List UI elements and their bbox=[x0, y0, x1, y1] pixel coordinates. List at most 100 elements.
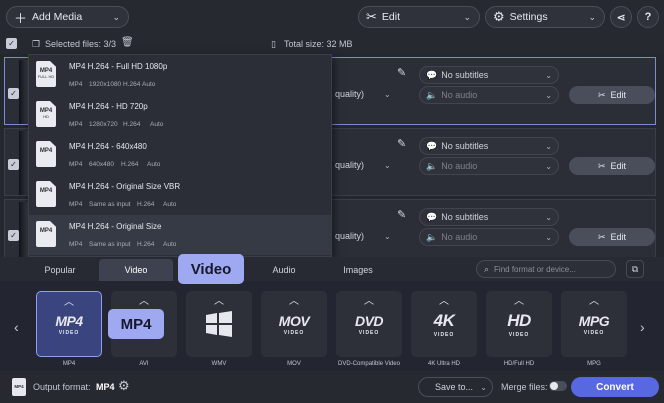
tab-popular[interactable]: Popular bbox=[22, 259, 98, 281]
add-media-label: Add Media bbox=[32, 11, 83, 23]
mp4-file-icon: MP4 bbox=[36, 141, 56, 167]
preset-container: MP4 bbox=[69, 81, 83, 88]
chevron-down-icon: ⌄ bbox=[384, 161, 391, 170]
tools-icon: ✂ bbox=[366, 9, 377, 24]
quality-select[interactable]: quality) ⌄ bbox=[335, 231, 391, 241]
convert-button[interactable]: Convert bbox=[571, 377, 659, 397]
chevron-up-icon: ︿ bbox=[289, 296, 299, 307]
format-4k[interactable]: ︿ 4K VIDEO bbox=[411, 291, 477, 357]
audio-value: No audio bbox=[441, 232, 478, 242]
add-media-button[interactable]: ＋ Add Media ⌄ bbox=[6, 6, 129, 28]
file-checkbox[interactable]: ✓ bbox=[8, 159, 19, 170]
pencil-icon[interactable]: ✎ bbox=[397, 208, 406, 221]
tools-icon: ✂ bbox=[597, 160, 606, 171]
speaker-icon: 🔈 bbox=[426, 160, 438, 171]
format-logo: HD bbox=[507, 310, 531, 330]
edit-file-label: Edit bbox=[610, 161, 627, 171]
format-logo: MP4 bbox=[55, 312, 83, 329]
format-mov[interactable]: ︿ MOV VIDEO bbox=[261, 291, 327, 357]
merge-files-toggle[interactable] bbox=[549, 381, 567, 391]
format-logo-sub: VIDEO bbox=[358, 329, 380, 336]
tools-icon: ✂ bbox=[597, 89, 606, 100]
pencil-icon[interactable]: ✎ bbox=[397, 66, 406, 79]
chevron-up-icon: ︿ bbox=[64, 297, 74, 308]
settings-menu-button[interactable]: ⚙ Settings ⌄ bbox=[485, 6, 605, 28]
format-logo: MOV bbox=[278, 312, 310, 329]
audio-select[interactable]: 🔈 No audio ⌄ bbox=[419, 157, 559, 175]
mp4-file-icon: MP4 HD bbox=[36, 101, 56, 127]
output-format-label: Output format: bbox=[33, 382, 91, 392]
gear-icon: ⚙ bbox=[493, 9, 505, 24]
save-preset-button[interactable]: ⧉ bbox=[626, 260, 644, 278]
preset-item[interactable]: MP4 HD MP4 H.264 - HD 720p MP4 1280x720 H… bbox=[29, 95, 331, 135]
windows-logo-icon bbox=[206, 311, 232, 337]
share-button[interactable]: ⋖ bbox=[610, 6, 632, 28]
output-format-value: MP4 bbox=[96, 382, 115, 392]
preset-codec: H.264 bbox=[123, 121, 141, 128]
audio-select[interactable]: 🔈 No audio ⌄ bbox=[419, 86, 559, 104]
subtitles-select[interactable]: 💬 No subtitles ⌄ bbox=[419, 66, 559, 84]
preset-bitrate: Auto bbox=[163, 241, 177, 248]
format-mpg[interactable]: ︿ MPG VIDEO bbox=[561, 291, 627, 357]
preset-icon-label: MP4 bbox=[39, 228, 53, 234]
gear-icon[interactable]: ⚙ bbox=[118, 378, 130, 394]
format-hd[interactable]: ︿ HD VIDEO bbox=[486, 291, 552, 357]
mp4-file-icon: MP4 bbox=[36, 221, 56, 247]
preset-item[interactable]: MP4 MP4 H.264 - Original Size VBR MP4 Sa… bbox=[29, 175, 331, 215]
subtitles-select[interactable]: 💬 No subtitles ⌄ bbox=[419, 137, 559, 155]
preset-item[interactable]: MP4 MP4 H.264 - 640x480 MP4 640x480 H.26… bbox=[29, 135, 331, 175]
audio-select[interactable]: 🔈 No audio ⌄ bbox=[419, 228, 559, 246]
trash-icon[interactable]: 🗑 bbox=[121, 37, 134, 48]
edit-file-button[interactable]: ✂ Edit bbox=[569, 228, 655, 246]
tab-images[interactable]: Images bbox=[322, 259, 394, 281]
tab-video[interactable]: Video bbox=[99, 259, 173, 281]
tab-audio[interactable]: Audio bbox=[248, 259, 320, 281]
chevron-down-icon: ⌄ bbox=[545, 232, 552, 242]
format-mp4[interactable]: ︿ MP4 VIDEO bbox=[36, 291, 102, 357]
save-to-button[interactable]: Save to... ⌄ bbox=[418, 377, 493, 397]
pencil-icon[interactable]: ✎ bbox=[397, 137, 406, 150]
audio-value: No audio bbox=[441, 161, 478, 171]
preset-icon-label: MP4 bbox=[39, 188, 53, 194]
format-label: MPG bbox=[587, 361, 601, 367]
tools-icon: ✂ bbox=[597, 231, 606, 242]
subtitles-select[interactable]: 💬 No subtitles ⌄ bbox=[419, 208, 559, 226]
share-icon: ⋖ bbox=[616, 11, 626, 24]
preset-bitrate: Auto bbox=[163, 201, 177, 208]
output-format-icon-label: MP4 bbox=[14, 384, 24, 389]
format-wmv[interactable]: ︿ bbox=[186, 291, 252, 357]
quality-select[interactable]: quality) ⌄ bbox=[335, 89, 391, 99]
top-toolbar: ＋ Add Media ⌄ ✂ Edit ⌄ ⚙ Settings ⌄ ⋖ ? bbox=[0, 0, 664, 34]
file-checkbox[interactable]: ✓ bbox=[8, 88, 19, 99]
format-label: HD/Full HD bbox=[503, 361, 535, 367]
search-placeholder: Find format or device... bbox=[494, 264, 576, 274]
quality-value: quality) bbox=[335, 89, 365, 99]
output-format-icon: MP4 bbox=[12, 378, 26, 396]
preset-resolution: 640x480 bbox=[89, 161, 114, 168]
edit-file-button[interactable]: ✂ Edit bbox=[569, 86, 655, 104]
search-icon: ⌕ bbox=[484, 263, 490, 274]
help-button[interactable]: ? bbox=[637, 6, 659, 28]
selected-files-text: Selected files: 3/3 bbox=[45, 39, 117, 49]
format-logo-sub: VIDEO bbox=[583, 329, 605, 336]
mp4-file-icon: MP4 bbox=[36, 181, 56, 207]
select-all-checkbox[interactable]: ✓ bbox=[6, 38, 17, 49]
bottom-bar: MP4 Output format: MP4 ⚙ Save to... ⌄ Me… bbox=[0, 371, 664, 403]
file-checkbox[interactable]: ✓ bbox=[8, 230, 19, 241]
chevron-right-icon[interactable]: › bbox=[640, 319, 645, 335]
preset-container: MP4 bbox=[69, 121, 83, 128]
format-search-input[interactable]: ⌕ Find format or device... bbox=[476, 260, 616, 278]
preset-item[interactable]: MP4 MP4 H.264 - Original Size MP4 Same a… bbox=[29, 215, 331, 255]
chevron-up-icon: ︿ bbox=[364, 296, 374, 307]
save-to-label: Save to... bbox=[435, 382, 474, 392]
quality-select[interactable]: quality) ⌄ bbox=[335, 160, 391, 170]
edit-menu-button[interactable]: ✂ Edit ⌄ bbox=[358, 6, 480, 28]
speaker-icon: 🔈 bbox=[426, 89, 438, 100]
preset-item[interactable]: MP4 FULL HD MP4 H.264 - Full HD 1080p MP4… bbox=[29, 55, 331, 95]
format-dvd[interactable]: ︿ DVD VIDEO bbox=[336, 291, 402, 357]
preset-resolution: Same as input bbox=[89, 241, 131, 248]
edit-file-button[interactable]: ✂ Edit bbox=[569, 157, 655, 175]
format-label: WMV bbox=[211, 361, 227, 367]
chevron-up-icon: ︿ bbox=[139, 296, 149, 307]
chevron-left-icon[interactable]: ‹ bbox=[14, 319, 19, 335]
